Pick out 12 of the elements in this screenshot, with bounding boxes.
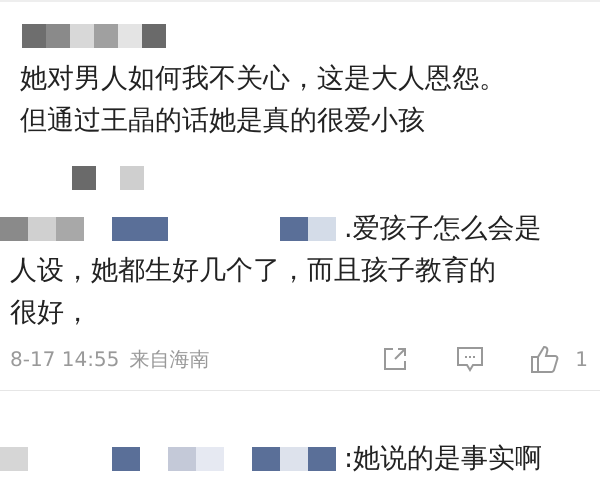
reply-text: .爱孩子怎么会是: [344, 212, 542, 246]
reply-text: :她说的是事实啊: [344, 442, 542, 476]
like-icon[interactable]: [529, 344, 560, 374]
comment-text: 但通过王晶的话她是真的很爱小孩: [20, 104, 426, 138]
location-label: 来自海南: [129, 346, 210, 372]
comment-text: 她对男人如何我不关心，这是大人恩怨。: [20, 62, 507, 96]
mosaic-drawing: [72, 166, 144, 190]
reply-text: 人设，她都生好几个了，而且孩子教育的: [9, 254, 497, 288]
reply-text: 很好，: [9, 296, 92, 330]
comment-icon[interactable]: [455, 345, 486, 373]
timestamp: 8-17 14:55: [10, 347, 120, 371]
like-count: 1: [575, 347, 588, 371]
